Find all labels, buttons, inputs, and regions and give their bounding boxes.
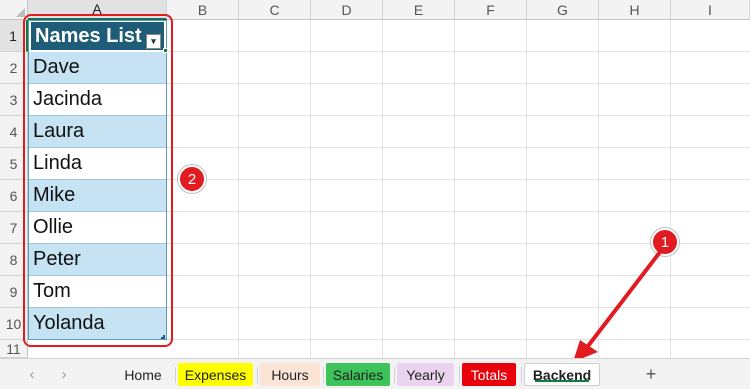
tab-separator: [323, 367, 324, 383]
worksheet-grid[interactable]: A B C D E F G H I 1 2 3 4 5 6 7 8 9 10 1…: [0, 0, 750, 358]
sheet-tab-expenses[interactable]: Expenses: [178, 363, 253, 386]
table-header-cell[interactable]: Names List ▾: [28, 19, 167, 53]
sheet-tab-totals[interactable]: Totals: [462, 363, 516, 386]
chevron-left-icon[interactable]: ‹: [22, 364, 42, 384]
table-row[interactable]: Laura: [29, 116, 166, 148]
table-row[interactable]: Tom: [29, 276, 166, 308]
sheet-tab-hours[interactable]: Hours: [260, 363, 320, 386]
column-header-i[interactable]: I: [671, 0, 750, 20]
table-row[interactable]: Peter: [29, 244, 166, 276]
select-all-corner[interactable]: [0, 0, 28, 20]
row-header-8[interactable]: 8: [0, 244, 28, 276]
tab-separator: [394, 367, 395, 383]
tab-separator: [459, 367, 460, 383]
table-resize-handle[interactable]: [161, 335, 165, 339]
sheet-tab-salaries[interactable]: Salaries: [326, 363, 390, 386]
tab-separator: [257, 367, 258, 383]
active-tab-underline: [535, 380, 589, 382]
chevron-right-icon[interactable]: ›: [54, 364, 74, 384]
row-header-9[interactable]: 9: [0, 276, 28, 308]
sheet-tab-backend[interactable]: Backend: [524, 363, 600, 386]
annotation-badge-2: 2: [178, 165, 206, 193]
row-header-1[interactable]: 1: [0, 20, 28, 52]
fill-handle[interactable]: [163, 48, 168, 53]
column-header-b[interactable]: B: [167, 0, 239, 20]
column-header-a[interactable]: A: [28, 0, 167, 20]
row-header-4[interactable]: 4: [0, 116, 28, 148]
sheet-tab-home[interactable]: Home: [114, 363, 172, 386]
table-row[interactable]: Ollie: [29, 212, 166, 244]
table-row[interactable]: Yolanda: [29, 308, 166, 340]
plus-icon[interactable]: +: [640, 363, 662, 385]
row-header-6[interactable]: 6: [0, 180, 28, 212]
column-header-g[interactable]: G: [527, 0, 599, 20]
sheet-tab-bar: ‹ › Home Expenses Hours Salaries Yearly …: [0, 358, 750, 389]
row-header-3[interactable]: 3: [0, 84, 28, 116]
row-header-2[interactable]: 2: [0, 52, 28, 84]
sheet-tab-yearly[interactable]: Yearly: [397, 363, 454, 386]
tab-separator: [521, 367, 522, 383]
column-header-d[interactable]: D: [311, 0, 383, 20]
table-row[interactable]: Mike: [29, 180, 166, 212]
column-header-f[interactable]: F: [455, 0, 527, 20]
row-header-11[interactable]: 11: [0, 340, 28, 358]
column-header-c[interactable]: C: [239, 0, 311, 20]
annotation-badge-1: 1: [651, 228, 679, 256]
sort-filter-icon[interactable]: ▾: [146, 34, 161, 49]
row-header-7[interactable]: 7: [0, 212, 28, 244]
column-header-h[interactable]: H: [599, 0, 671, 20]
row-header-5[interactable]: 5: [0, 148, 28, 180]
row-header-10[interactable]: 10: [0, 308, 28, 340]
column-header-e[interactable]: E: [383, 0, 455, 20]
table-row[interactable]: Linda: [29, 148, 166, 180]
table-row[interactable]: Dave: [29, 52, 166, 84]
table-header-label: Names List: [35, 24, 142, 47]
tab-separator: [175, 367, 176, 383]
table-row[interactable]: Jacinda: [29, 84, 166, 116]
